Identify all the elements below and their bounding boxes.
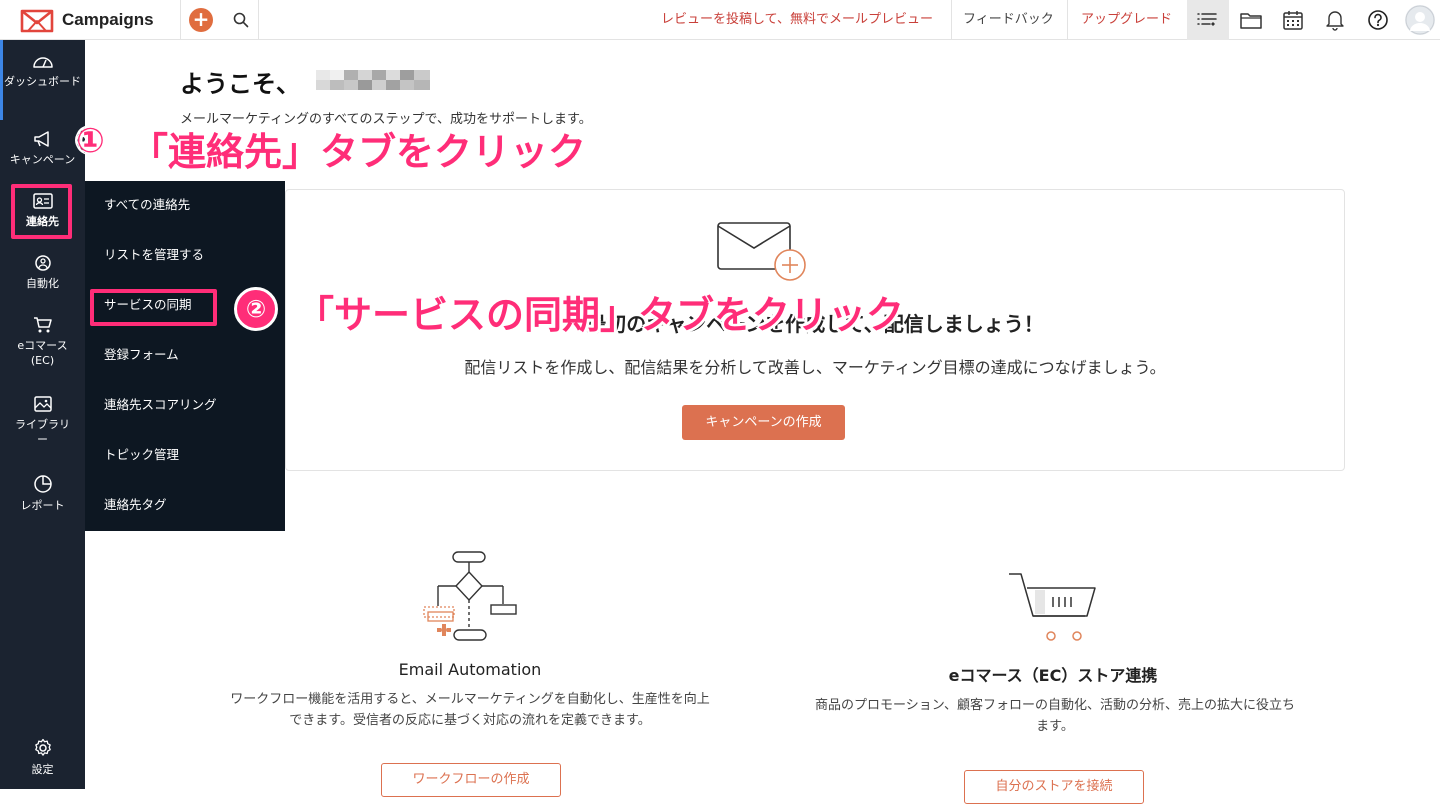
flyout-item-manage-lists[interactable]: リストを管理する xyxy=(104,245,204,265)
bell-icon xyxy=(1326,11,1344,31)
divider xyxy=(180,0,181,40)
step1-number: ① xyxy=(76,121,105,161)
create-workflow-button[interactable]: ワークフローの作成 xyxy=(381,763,561,797)
folder-icon xyxy=(1240,13,1262,29)
feedback-link[interactable]: フィードバック xyxy=(963,0,1054,40)
nav-settings[interactable]: 設定 xyxy=(0,738,85,777)
contacts-highlight-box xyxy=(11,184,72,239)
sync-services-highlight-box xyxy=(90,289,217,326)
list-feed-icon xyxy=(1197,13,1217,26)
workflow-diagram-icon xyxy=(423,551,517,641)
notifications-button[interactable] xyxy=(1314,0,1356,40)
flyout-item-signup-forms[interactable]: 登録フォーム xyxy=(104,345,179,365)
create-campaign-button[interactable]: キャンペーンの作成 xyxy=(682,405,845,440)
step1-annotation: 「連絡先」タブをクリック xyxy=(130,130,587,174)
nav-reports[interactable]: レポート xyxy=(0,474,85,513)
nav-campaigns-label: キャンペーン xyxy=(9,153,76,166)
nav-campaigns[interactable]: キャンペーン xyxy=(0,130,85,167)
campaigns-logo-icon xyxy=(20,9,54,33)
contacts-flyout-menu: すべての連絡先 リストを管理する サービスの同期 登録フォーム 連絡先スコアリン… xyxy=(85,181,285,531)
nav-ecommerce-label: eコマース(EC) xyxy=(17,339,68,367)
flyout-item-contact-scoring[interactable]: 連絡先スコアリング xyxy=(104,395,217,415)
gear-icon xyxy=(34,738,51,756)
nav-library-label: ライブラリー xyxy=(15,418,70,446)
connect-store-button[interactable]: 自分のストアを接続 xyxy=(964,770,1144,804)
shopping-cart-icon xyxy=(1009,573,1096,641)
nav-ecommerce[interactable]: eコマース(EC) xyxy=(0,316,85,368)
ecommerce-feature-description: 商品のプロモーション、顧客フォローの自動化、活動の分析、売上の拡大に役立ち ます… xyxy=(770,695,1340,737)
calendar-icon xyxy=(1283,11,1303,30)
help-button[interactable] xyxy=(1357,0,1399,40)
image-library-icon xyxy=(33,396,52,412)
pie-chart-icon xyxy=(33,475,52,493)
review-link[interactable]: レビューを投稿して、無料でメールプレビュー xyxy=(661,0,933,40)
card-description: 配信リストを作成し、配信結果を分析して改善し、マーケティング目標の達成につなげま… xyxy=(464,358,1166,377)
cart-icon xyxy=(33,317,52,333)
megaphone-icon xyxy=(33,131,49,147)
brand[interactable]: Campaigns xyxy=(20,6,154,34)
step2-annotation: 「サービスの同期」タブをクリック xyxy=(296,293,905,337)
blurred-username xyxy=(316,70,430,90)
automation-feature-title: Email Automation xyxy=(398,660,542,679)
dashboard-icon xyxy=(32,57,53,68)
welcome-title: ようこそ、 xyxy=(180,70,300,98)
help-icon xyxy=(1368,10,1388,30)
automation-desc-line-2: できます。受信者の反応に基づく対応の流れを定義できます。 xyxy=(289,713,651,728)
nav-automation[interactable]: 自動化 xyxy=(0,254,85,291)
user-avatar-icon xyxy=(1405,5,1435,35)
nav-library[interactable]: ライブラリー xyxy=(0,395,85,447)
step2-number: ② xyxy=(234,287,278,331)
flyout-item-all-contacts[interactable]: すべての連絡先 xyxy=(104,195,190,215)
app-name: Campaigns xyxy=(62,10,154,29)
avatar[interactable] xyxy=(1405,5,1435,35)
left-nav-rail: ダッシュボード キャンペーン 連絡先 自動化 eコマース(EC) ライブラリー … xyxy=(0,40,85,789)
divider xyxy=(951,0,952,40)
search-icon[interactable] xyxy=(232,11,250,29)
ecommerce-desc-line-1: 商品のプロモーション、顧客フォローの自動化、活動の分析、売上の拡大に役立ち xyxy=(815,698,1295,713)
files-button[interactable] xyxy=(1230,0,1272,40)
create-new-button[interactable]: + xyxy=(189,8,213,32)
upgrade-link[interactable]: アップグレード xyxy=(1081,0,1172,40)
whats-new-button[interactable] xyxy=(1187,0,1229,40)
automation-feature-description: ワークフロー機能を活用すると、メールマーケティングを自動化し、生産性を向上 でき… xyxy=(190,689,750,731)
ecommerce-feature-title: eコマース（EC）ストア連携 xyxy=(948,666,1158,685)
nav-automation-label: 自動化 xyxy=(26,277,59,290)
automation-desc-line-1: ワークフロー機能を活用すると、メールマーケティングを自動化し、生産性を向上 xyxy=(230,692,710,707)
top-bar: Campaigns + レビューを投稿して、無料でメールプレビュー フィードバッ… xyxy=(0,0,1440,40)
nav-reports-label: レポート xyxy=(20,499,65,512)
envelope-plus-icon xyxy=(717,222,806,281)
ecommerce-desc-line-2: ます。 xyxy=(1036,719,1074,734)
calendar-button[interactable] xyxy=(1272,0,1314,40)
flyout-item-contact-tags[interactable]: 連絡先タグ xyxy=(104,495,167,515)
nav-dashboard-label: ダッシュボード xyxy=(4,75,81,88)
flyout-item-topic-management[interactable]: トピック管理 xyxy=(104,445,179,465)
divider xyxy=(258,0,259,40)
nav-dashboard[interactable]: ダッシュボード xyxy=(0,52,85,89)
divider xyxy=(1067,0,1068,40)
automation-icon xyxy=(34,255,51,271)
nav-settings-label: 設定 xyxy=(31,763,54,776)
